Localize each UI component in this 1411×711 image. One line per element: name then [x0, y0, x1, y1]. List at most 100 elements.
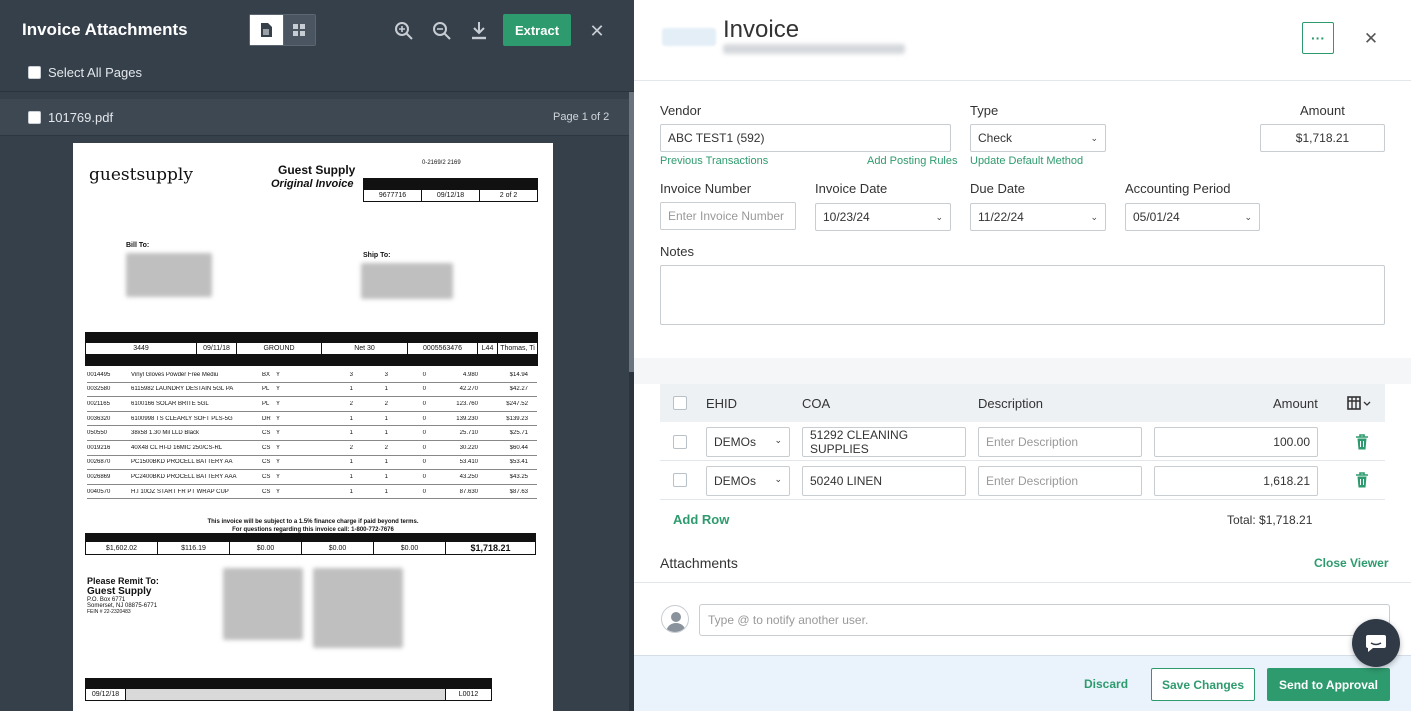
file-checkbox[interactable] — [28, 111, 41, 124]
invoice-number-field[interactable]: Enter Invoice Number — [660, 202, 796, 230]
file-item[interactable]: 101769.pdf — [28, 110, 113, 125]
close-panel-icon[interactable]: ✕ — [1361, 29, 1381, 49]
trash-icon[interactable] — [1355, 472, 1369, 488]
select-all-checkbox[interactable] — [28, 66, 41, 79]
zoom-in-icon[interactable] — [393, 20, 415, 42]
doc-item-desc: H.I 10OZ START FR PT WRAP CUP — [131, 488, 229, 495]
bill-to-label: Bill To: — [126, 242, 150, 249]
close-viewer-icon[interactable]: ✕ — [587, 21, 607, 41]
doc-item-ext: $42.27 — [509, 386, 528, 393]
doc-item-bo: 0 — [422, 386, 426, 393]
columns-icon[interactable] — [1347, 396, 1373, 415]
order-route: L44 — [478, 343, 498, 354]
amount-field[interactable]: $1,718.21 — [1260, 124, 1385, 152]
description-field[interactable]: Enter Description — [978, 466, 1142, 496]
doc-item-desc: PC2400BKD PROCELL BATTERY AAA — [131, 473, 237, 480]
doc-item-code: 050550 — [87, 430, 108, 437]
coa-field[interactable]: 50240 LINEN — [802, 466, 966, 496]
total-misc: $0.00 — [302, 542, 374, 554]
select-all-lines-checkbox[interactable] — [673, 396, 687, 410]
ehid-select[interactable]: DEMOs ⌄ — [706, 427, 790, 457]
invoice-date: 09/12/18 — [422, 190, 480, 201]
page-title: Invoice — [723, 16, 800, 43]
doc-item-price: 87.630 — [459, 488, 478, 495]
save-changes-button[interactable]: Save Changes — [1151, 668, 1255, 701]
line-amount-field[interactable]: 100.00 — [1154, 427, 1318, 457]
doc-item-code: 0014495 — [87, 371, 111, 378]
doc-item-bo: 0 — [422, 444, 426, 451]
items-header-bar — [85, 355, 538, 366]
single-page-view-button[interactable] — [250, 15, 283, 45]
chevron-down-icon: ⌄ — [1244, 212, 1252, 222]
doc-item-bo: 0 — [422, 459, 426, 466]
doc-item-ext: $53.41 — [509, 459, 528, 466]
doc-item-q1: 1 — [349, 459, 353, 466]
vendor-field[interactable]: ABC TEST1 (592) — [660, 124, 951, 152]
ship-to-redacted — [361, 263, 453, 299]
doc-item-row: 050550 38x58 1.30 Mil LLD Black CS Y 1 1 0 25.7… — [87, 426, 537, 441]
doc-item-tx: Y — [276, 386, 281, 393]
more-options-button[interactable]: ··· — [1302, 22, 1334, 54]
status-badge — [662, 28, 716, 46]
doc-item-tx: Y — [276, 488, 281, 495]
coa-field[interactable]: 51292 CLEANING SUPPLIES — [802, 427, 966, 457]
accounting-period-field[interactable]: 05/01/24 ⌄ — [1125, 203, 1260, 231]
grid-view-button[interactable] — [282, 15, 315, 45]
close-viewer-link[interactable]: Close Viewer — [1314, 556, 1388, 570]
send-to-approval-button[interactable]: Send to Approval — [1267, 668, 1390, 701]
update-default-method-link[interactable]: Update Default Method — [970, 155, 1083, 167]
invoice-items: 0014495 Vinyl Gloves Powder Free Mediu BX Y… — [87, 368, 537, 500]
doc-item-um: CS — [262, 473, 271, 480]
doc-type: Original Invoice — [271, 178, 354, 190]
bottom-code: L0012 — [458, 691, 479, 698]
zoom-out-icon[interactable] — [431, 20, 453, 42]
discard-button[interactable]: Discard — [1084, 677, 1128, 691]
doc-item-desc: 6100166 SOLAR BRITE 5GL — [131, 400, 209, 407]
description-field[interactable]: Enter Description — [978, 427, 1142, 457]
chat-launcher-button[interactable] — [1352, 619, 1400, 667]
doc-item-code: 0026869 — [87, 473, 111, 480]
vendor-label: Vendor — [660, 103, 702, 118]
due-date-value: 11/22/24 — [978, 210, 1024, 224]
previous-transactions-link[interactable]: Previous Transactions — [660, 155, 768, 167]
line-checkbox[interactable] — [673, 435, 687, 449]
doc-item-tx: Y — [276, 459, 281, 466]
doc-item-desc: 6100998 TS CLEARLY SOFT PLS-5G — [131, 415, 233, 422]
doc-item-row: 0040570 H.I 10OZ START FR PT WRAP CUP CS Y 1… — [87, 485, 537, 500]
viewer-title: Invoice Attachments — [22, 20, 188, 39]
download-icon[interactable] — [468, 20, 490, 42]
add-row-button[interactable]: Add Row — [673, 512, 729, 527]
comment-input[interactable]: Type @ to notify another user. — [699, 604, 1390, 636]
trash-icon[interactable] — [1355, 434, 1369, 450]
doc-ref-code: 0-2169/2 2169 — [422, 160, 461, 166]
order-customer-no: 3449 — [86, 343, 197, 354]
type-label: Type — [970, 103, 999, 118]
select-all-pages[interactable]: Select All Pages — [28, 65, 142, 80]
order-values-row: 3449 09/11/18 GROUND Net 30 0005563476 L… — [85, 342, 538, 355]
chat-icon — [1366, 635, 1386, 652]
doc-item-price: 123.760 — [456, 400, 478, 407]
order-po: 0005563476 — [408, 343, 478, 354]
file-row: 101769.pdf Page 1 of 2 — [0, 99, 629, 136]
notes-textarea[interactable] — [660, 265, 1385, 325]
invoice-header: Invoice ··· ✕ — [634, 0, 1411, 81]
doc-item-q2: 2 — [384, 444, 388, 451]
doc-item-um: CS — [262, 444, 271, 451]
due-date-field[interactable]: 11/22/24 ⌄ — [970, 203, 1106, 231]
ehid-select[interactable]: DEMOs ⌄ — [706, 466, 790, 496]
doc-item-desc: 38x58 1.30 Mil LLD Black — [131, 430, 200, 437]
amount-label: Amount — [1300, 103, 1345, 118]
order-salesperson: Thomas, Ti — [500, 345, 535, 352]
doc-item-ext: $139.23 — [506, 415, 528, 422]
order-date: 09/11/18 — [197, 343, 237, 354]
invoice-date-field[interactable]: 10/23/24 ⌄ — [815, 203, 951, 231]
line-amount-field[interactable]: 1,618.21 — [1154, 466, 1318, 496]
line-checkbox[interactable] — [673, 473, 687, 487]
doc-item-q2: 1 — [384, 430, 388, 437]
doc-item-ext: $43.25 — [509, 473, 528, 480]
type-select[interactable]: Check ⌄ — [970, 124, 1106, 152]
add-posting-rules-link[interactable]: Add Posting Rules — [867, 155, 958, 167]
chevron-down-icon: ⌄ — [774, 435, 782, 445]
extract-button[interactable]: Extract — [503, 14, 571, 46]
doc-item-row: 0021165 6100166 SOLAR BRITE 5GL PL Y 2 2 0 123.… — [87, 397, 537, 412]
